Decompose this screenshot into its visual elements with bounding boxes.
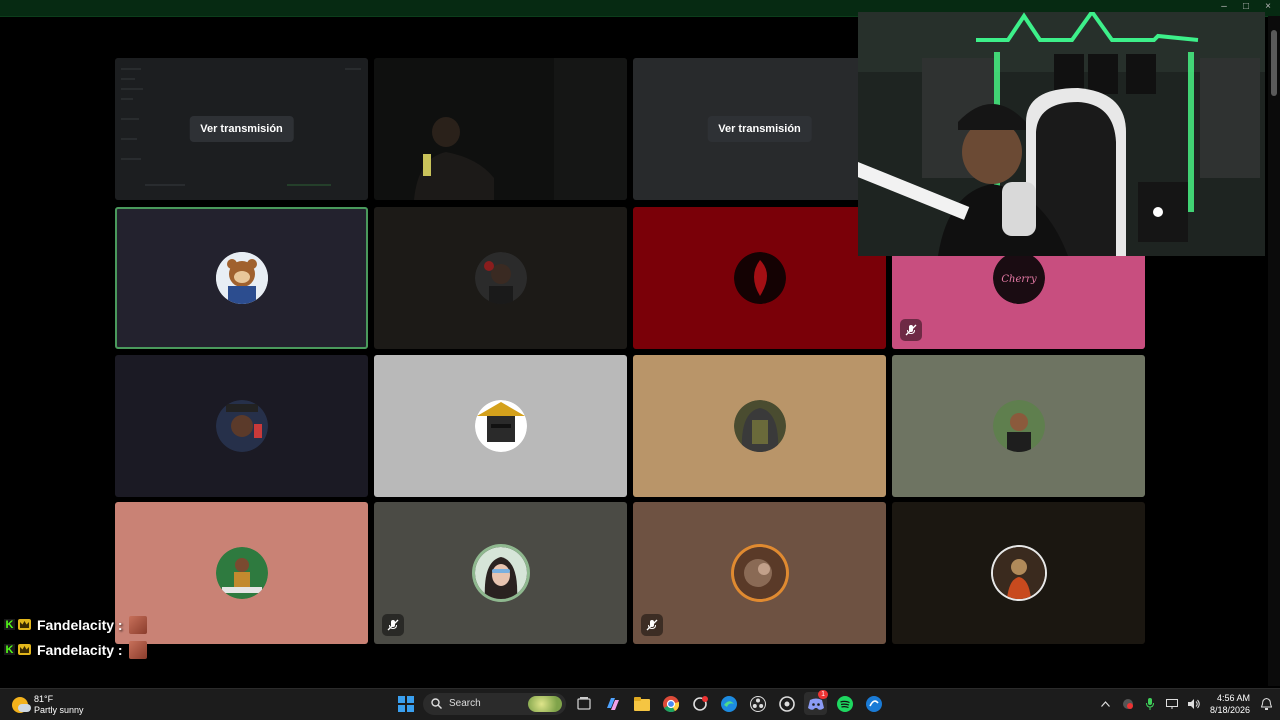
copilot-icon[interactable] xyxy=(601,692,624,715)
participant-tile[interactable] xyxy=(633,502,886,644)
chat-username: Fandelacity : xyxy=(37,641,123,658)
network-icon[interactable] xyxy=(1165,698,1178,710)
spotify-icon[interactable] xyxy=(833,692,856,715)
avatar xyxy=(474,252,527,304)
system-clock[interactable]: 4:56 AM 8/18/2026 xyxy=(1210,692,1250,716)
crown-icon xyxy=(18,644,31,655)
participant-video xyxy=(374,58,627,200)
avatar: Cherry xyxy=(992,252,1045,304)
participant-tile[interactable] xyxy=(115,355,368,497)
bottle-icon xyxy=(423,154,431,176)
svg-text:Cherry: Cherry xyxy=(1001,274,1037,285)
avatar xyxy=(215,547,268,599)
taskbar-search[interactable]: Search xyxy=(423,692,566,715)
participant-tile[interactable] xyxy=(633,207,886,349)
obs-icon[interactable] xyxy=(746,692,769,715)
screen-share-tile[interactable]: Ver transmisión xyxy=(633,58,886,200)
chat-overlay: K Fandelacity : K Fandelacity : xyxy=(4,612,147,662)
crown-icon xyxy=(18,619,31,630)
screen: – □ × Ver transmisión Ver transmisión Ch… xyxy=(0,0,1280,720)
tray-app-icon[interactable] xyxy=(1122,698,1134,710)
avatar xyxy=(733,252,786,304)
app-icon-gear-badge[interactable] xyxy=(688,692,711,715)
avatar xyxy=(733,400,786,452)
participant-tile[interactable] xyxy=(892,502,1145,644)
taskbar: 81°F Partly sunny Search 1 4:56 AM 8/18/… xyxy=(0,688,1280,720)
avatar xyxy=(474,400,527,452)
search-icon xyxy=(431,698,442,709)
microphone-icon[interactable] xyxy=(1144,698,1156,710)
search-highlight-icon xyxy=(528,695,562,712)
system-tray: 4:56 AM 8/18/2026 xyxy=(1100,692,1272,716)
task-view-icon[interactable] xyxy=(572,692,595,715)
participant-tile[interactable] xyxy=(633,355,886,497)
taskbar-apps: Search 1 xyxy=(394,690,885,715)
steam-icon[interactable] xyxy=(775,692,798,715)
avatar xyxy=(474,547,527,599)
watch-stream-button[interactable]: Ver transmisión xyxy=(189,116,294,142)
kick-badge-icon: K xyxy=(4,643,15,656)
volume-icon[interactable] xyxy=(1187,698,1200,710)
avatar xyxy=(733,547,786,599)
notification-bell-icon[interactable] xyxy=(1260,698,1272,710)
search-placeholder: Search xyxy=(449,698,481,709)
discord-icon[interactable]: 1 xyxy=(804,690,828,715)
mic-muted-icon xyxy=(641,614,663,636)
chevron-up-icon[interactable] xyxy=(1100,698,1112,710)
participant-tile-speaking[interactable] xyxy=(115,207,368,349)
app-icon-blue[interactable] xyxy=(862,692,885,715)
watch-stream-button[interactable]: Ver transmisión xyxy=(707,116,812,142)
chat-message: K Fandelacity : xyxy=(4,637,147,662)
participant-tile[interactable] xyxy=(374,355,627,497)
scrollbar-thumb[interactable] xyxy=(1271,30,1277,96)
chat-message: K Fandelacity : xyxy=(4,612,147,637)
screen-share-tile[interactable]: Ver transmisión xyxy=(115,58,368,200)
weather-widget[interactable]: 81°F Partly sunny xyxy=(12,694,84,716)
weather-description: Partly sunny xyxy=(34,705,84,715)
vertical-scrollbar[interactable] xyxy=(1268,16,1280,686)
windows-start-icon[interactable] xyxy=(394,692,417,715)
participant-tile[interactable] xyxy=(374,207,627,349)
video-tile[interactable] xyxy=(374,58,627,200)
avatar xyxy=(215,400,268,452)
clock-date: 8/18/2026 xyxy=(1209,705,1250,715)
chrome-icon[interactable] xyxy=(659,692,682,715)
emote-icon xyxy=(128,640,147,659)
participant-tile[interactable] xyxy=(115,502,368,644)
edge-icon[interactable] xyxy=(717,692,740,715)
webcam-feed xyxy=(858,12,1265,256)
streamer-webcam xyxy=(858,12,1265,256)
participant-tile[interactable] xyxy=(892,355,1145,497)
avatar xyxy=(992,400,1045,452)
avatar xyxy=(215,252,268,304)
partly-sunny-icon xyxy=(12,697,31,713)
mic-muted-icon xyxy=(382,614,404,636)
emote-icon xyxy=(128,615,147,634)
avatar xyxy=(992,547,1045,599)
mic-muted-icon xyxy=(900,319,922,341)
weather-temperature: 81°F xyxy=(34,694,54,704)
discord-notification-badge: 1 xyxy=(818,690,828,699)
participant-tile[interactable] xyxy=(374,502,627,644)
chat-username: Fandelacity : xyxy=(37,616,123,633)
clock-time: 4:56 AM xyxy=(1216,693,1250,703)
file-explorer-icon[interactable] xyxy=(630,692,653,715)
kick-badge-icon: K xyxy=(4,618,15,631)
